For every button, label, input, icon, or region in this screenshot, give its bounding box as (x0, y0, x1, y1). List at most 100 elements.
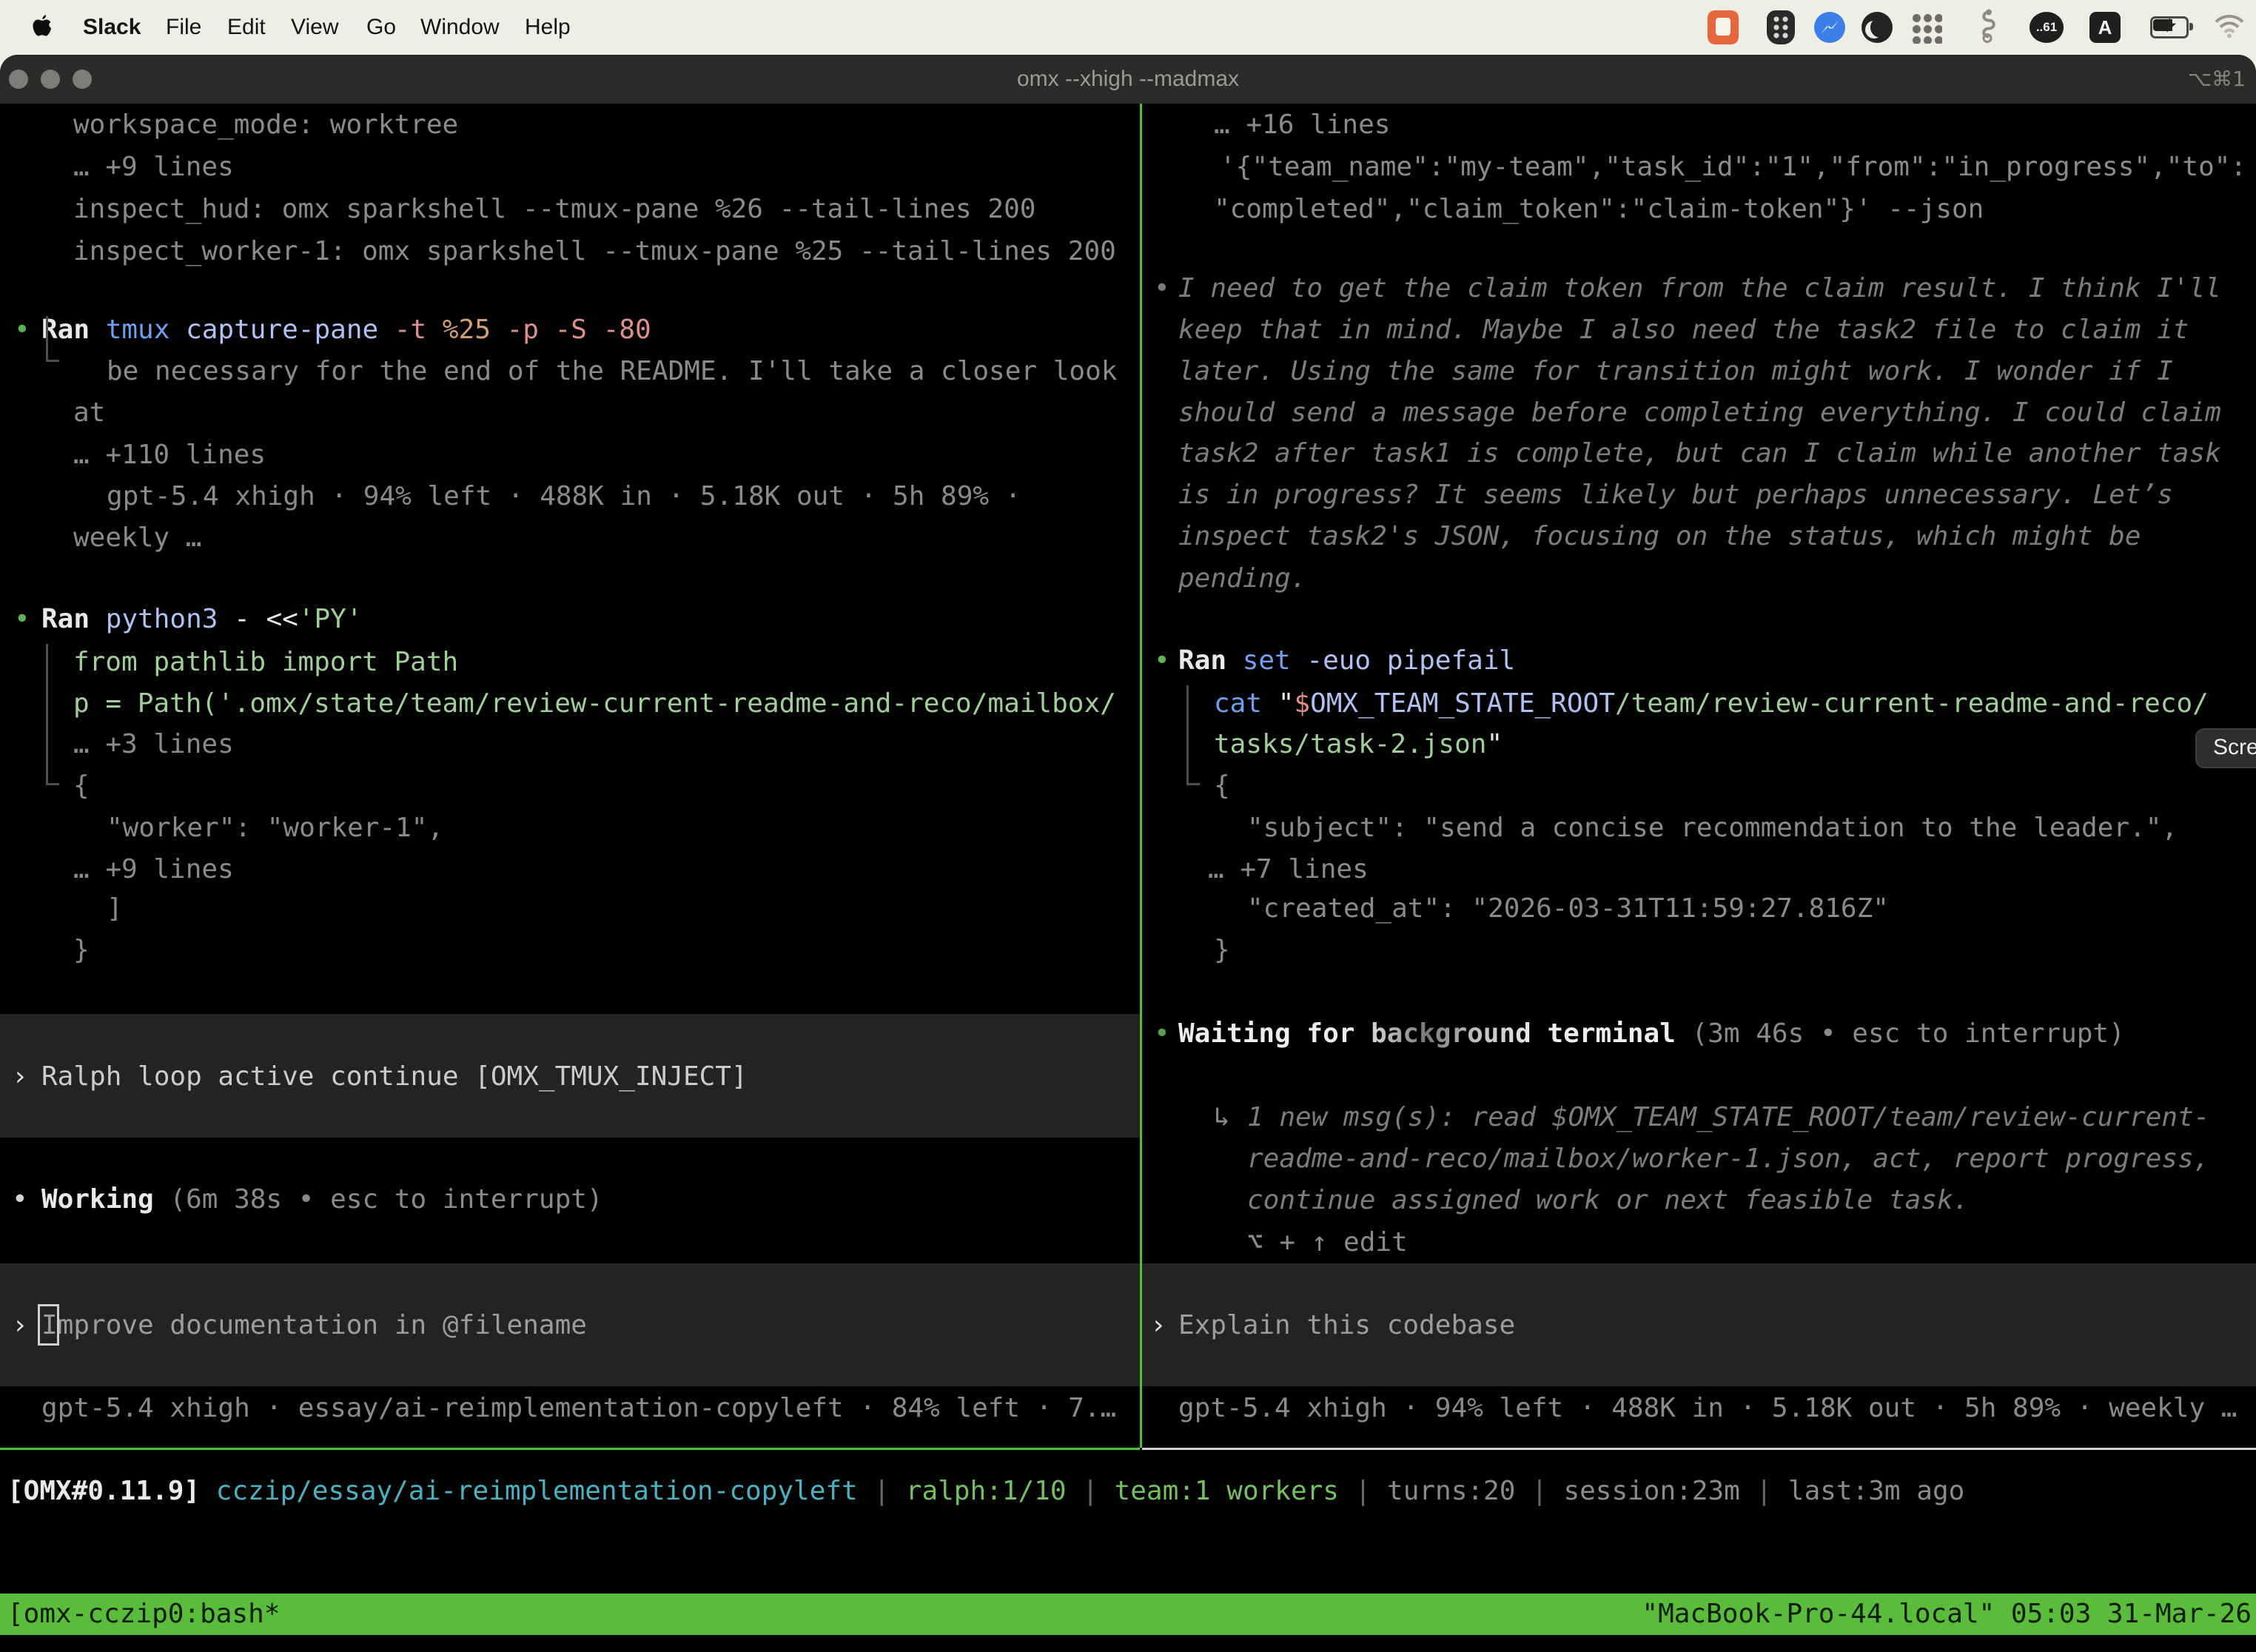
command-tmux-capture: Ran tmux capture-pane -t %25 -p -S -80 (41, 309, 651, 351)
log-line: … +9 lines (73, 146, 234, 188)
bullet-icon: • (14, 309, 30, 351)
apple-icon[interactable] (31, 13, 53, 42)
terminal-cursor (38, 1304, 59, 1346)
thinking-line: should send a message before completing … (1178, 392, 2221, 434)
chevron-prompt-icon: › (12, 1055, 28, 1098)
edit-shortcut-hint: ⌥ + ↑ edit (1247, 1221, 1408, 1263)
code-line: p = Path('.omx/state/team/review-current… (73, 682, 1116, 725)
command-cat-task: cat "$OMX_TEAM_STATE_ROOT/team/review-cu… (1214, 682, 2209, 725)
code-line: from pathlib import Path (73, 641, 458, 683)
menu-app-name[interactable]: Slack (83, 0, 141, 55)
tree-connector (1186, 685, 1189, 783)
log-line: inspect_hud: omx sparkshell --tmux-pane … (73, 188, 1035, 230)
tree-connector (1186, 783, 1200, 785)
screen-indicator-overlay[interactable]: Scre (2195, 728, 2256, 768)
window-shortcut-hint: ⌥⌘1 (2188, 55, 2246, 104)
left-model-status-line: gpt-5.4 xhigh · essay/ai-reimplementatio… (41, 1387, 1116, 1429)
menu-help[interactable]: Help (525, 0, 571, 55)
thinking-line: keep that in mind. Maybe I also need the… (1178, 309, 2189, 351)
output-line: "created_at": "2026-03-31T11:59:27.816Z" (1247, 887, 1889, 930)
command-cat-task-cont: tasks/task-2.json" (1214, 723, 1503, 765)
output-line: … +7 lines (1208, 848, 1369, 890)
thinking-line: I need to get the claim token from the c… (1178, 267, 2221, 309)
right-pane-border (1142, 1448, 2256, 1450)
output-line: gpt-5.4 xhigh · 94% left · 488K in · 5.1… (107, 475, 1021, 517)
screen-recording-indicator-icon[interactable] (1708, 10, 1739, 44)
output-line: "worker": "worker-1", (107, 807, 443, 849)
shield-grid-icon[interactable] (1767, 10, 1795, 44)
output-line: … +3 lines (73, 723, 234, 765)
command-set-pipefail: Ran set -euo pipefail (1178, 639, 1515, 682)
menu-edit[interactable]: Edit (227, 0, 266, 55)
bullet-icon: • (14, 598, 30, 640)
bullet-icon: • (1154, 1013, 1170, 1055)
bullet-icon: • (12, 1178, 28, 1220)
command-python3: Ran python3 - <<'PY' (41, 598, 363, 640)
output-line: weekly … (73, 517, 201, 559)
thinking-line: later. Using the same for transition mig… (1178, 350, 2173, 392)
tmux-session-name: [omx-cczip0:bash* (7, 1594, 280, 1635)
prompt-input-placeholder[interactable]: Explain this codebase (1178, 1304, 1515, 1346)
dots-grid-icon[interactable] (1910, 11, 1942, 44)
tree-connector (46, 644, 48, 785)
output-line: … +9 lines (73, 848, 234, 890)
output-line: { (73, 765, 90, 807)
msg-arrow-icon: ↳ (1214, 1096, 1230, 1138)
chevron-prompt-icon: › (1150, 1304, 1166, 1346)
tree-connector (46, 316, 48, 362)
output-line: "subject": "send a concise recommendatio… (1247, 807, 2178, 849)
menu-bar: Slack File Edit View Go Window Help ..61… (0, 0, 2256, 55)
prompt-input-placeholder[interactable]: Improve documentation in @filename (41, 1304, 587, 1346)
mailbox-message-line: readme-and-reco/mailbox/worker-1.json, a… (1247, 1138, 2209, 1180)
menu-view[interactable]: View (291, 0, 338, 55)
dark-mode-moon-icon[interactable] (1861, 12, 1893, 43)
terminal-window: omx --xhigh --madmax ⌥⌘1 workspace_mode:… (0, 55, 2256, 1652)
log-line: inspect_worker-1: omx sparkshell --tmux-… (73, 230, 1116, 272)
thinking-line: is in progress? It seems likely but perh… (1178, 474, 2173, 516)
bullet-icon: • (1154, 639, 1170, 682)
wifi-icon[interactable] (2213, 13, 2246, 42)
messenger-icon[interactable] (1814, 12, 1845, 43)
right-pane-worker[interactable]: … +16 lines '{"team_name":"my-team","tas… (1142, 104, 2256, 1448)
pane-divider[interactable] (1140, 104, 1142, 1448)
ralph-loop-notice: Ralph loop active continue [OMX_TMUX_INJ… (41, 1055, 748, 1098)
mailbox-message-line: 1 new msg(s): read $OMX_TEAM_STATE_ROOT/… (1247, 1096, 2209, 1138)
left-pane-hud[interactable]: workspace_mode: worktree … +9 lines insp… (0, 104, 1141, 1448)
output-line: } (73, 929, 90, 971)
omx-session-status-line: [OMX#0.11.9] cczip/essay/ai-reimplementa… (7, 1470, 1964, 1512)
tree-connector (46, 783, 59, 785)
thinking-line: inspect task2's JSON, focusing on the st… (1178, 515, 2141, 557)
output-line: { (1214, 765, 1230, 807)
battery-charging-icon[interactable] (2150, 16, 2189, 38)
menu-window[interactable]: Window (420, 0, 500, 55)
menu-go[interactable]: Go (366, 0, 396, 55)
output-line: … +110 lines (73, 434, 266, 476)
battery-percent-badge[interactable]: ..61 (2030, 12, 2064, 43)
bullet-icon: • (1154, 267, 1170, 309)
chevron-prompt-icon: › (12, 1304, 28, 1346)
right-model-status-line: gpt-5.4 xhigh · 94% left · 488K in · 5.1… (1178, 1387, 2237, 1429)
left-pane-border (0, 1448, 1140, 1450)
window-title: omx --xhigh --madmax (0, 55, 2256, 104)
keyboard-input-icon[interactable]: A (2089, 12, 2121, 43)
tmux-status-bar: [omx-cczip0:bash* "MacBook-Pro-44.local"… (0, 1594, 2256, 1635)
log-line: "completed","claim_token":"claim-token"}… (1214, 188, 1984, 230)
tmux-host-clock: "MacBook-Pro-44.local" 05:03 31-Mar-26 (1642, 1594, 2252, 1635)
waiting-status: Waiting for background terminal (3m 46s … (1178, 1013, 2125, 1055)
log-line: workspace_mode: worktree (73, 104, 458, 146)
terminal-body: workspace_mode: worktree … +9 lines insp… (0, 104, 2256, 1652)
output-line: at (73, 392, 105, 434)
thinking-line: task2 after task1 is complete, but can I… (1178, 432, 2221, 474)
working-status: Working (6m 38s • esc to interrupt) (41, 1178, 603, 1220)
hook-squiggle-icon[interactable] (1973, 8, 1999, 47)
output-line: ] (107, 887, 123, 930)
log-line: '{"team_name":"my-team","task_id":"1","f… (1220, 146, 2246, 188)
menu-file[interactable]: File (166, 0, 201, 55)
log-line: … +16 lines (1214, 104, 1390, 146)
tree-connector (46, 360, 59, 362)
screen: Slack File Edit View Go Window Help ..61… (0, 0, 2256, 1652)
output-line: be necessary for the end of the README. … (107, 350, 1117, 392)
output-line: } (1214, 929, 1230, 971)
thinking-line: pending. (1178, 557, 1306, 600)
mailbox-message-line: continue assigned work or next feasible … (1247, 1179, 1969, 1221)
